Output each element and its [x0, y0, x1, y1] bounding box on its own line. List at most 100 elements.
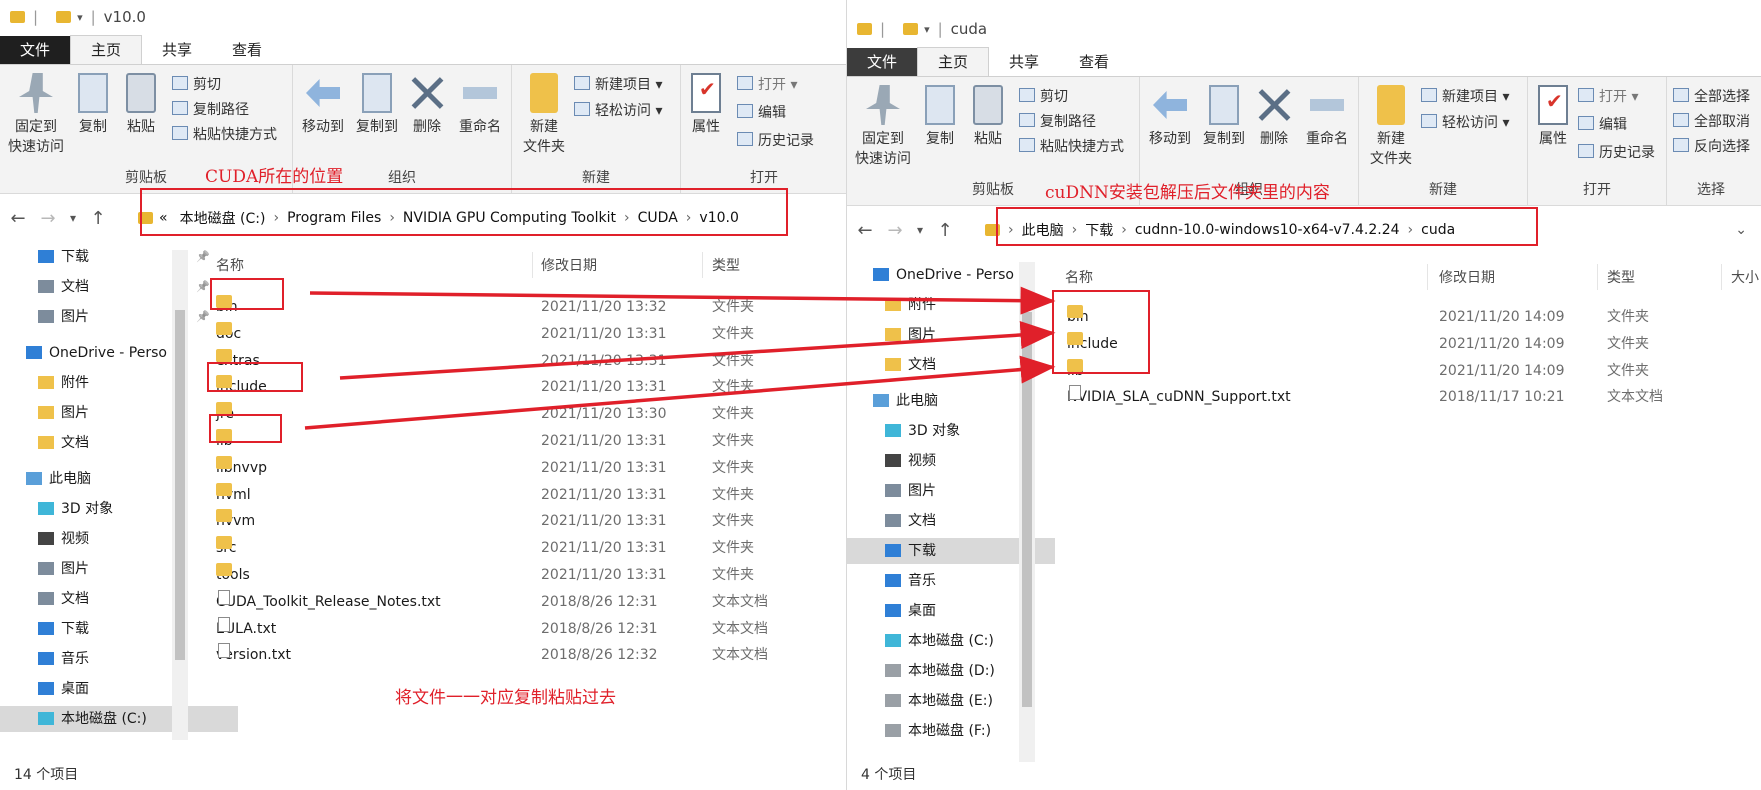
column-header-date[interactable]: 修改日期: [541, 252, 597, 280]
cuda-path-highlight: [140, 188, 788, 236]
open-button[interactable]: 打开 ▾: [737, 73, 797, 97]
download-icon: [38, 250, 54, 263]
paste-button[interactable]: 粘贴: [967, 85, 1009, 149]
tab-home[interactable]: 主页: [917, 47, 990, 76]
easy-access-button[interactable]: 轻松访问 ▾: [1421, 111, 1509, 135]
column-divider[interactable]: [1427, 264, 1428, 290]
properties-button[interactable]: 属性: [685, 73, 727, 137]
column-divider[interactable]: [702, 252, 703, 278]
file-row[interactable]: jre2021/11/20 13:30文件夹: [196, 402, 846, 426]
chevron-down-icon[interactable]: ▾: [924, 23, 930, 36]
scroll-thumb[interactable]: [175, 310, 185, 660]
forward-icon[interactable]: →: [36, 208, 60, 229]
rename-button[interactable]: 重命名: [453, 73, 507, 137]
paste-button[interactable]: 粘贴: [120, 73, 162, 137]
file-row[interactable]: lib2021/11/20 14:09文件夹: [1045, 358, 1761, 383]
file-row[interactable]: tools 2021/11/20 13:31 文件夹: [196, 563, 846, 587]
edit-button[interactable]: 编辑: [737, 101, 786, 125]
folder-icon[interactable]: [56, 11, 72, 23]
move-to-button[interactable]: 移动到: [297, 73, 349, 137]
column-header-type[interactable]: 类型: [1607, 264, 1635, 292]
tab-file[interactable]: 文件: [847, 48, 918, 76]
column-header-name[interactable]: 名称: [1065, 264, 1093, 292]
chevron-down-icon[interactable]: ⌄: [1735, 222, 1747, 238]
file-row[interactable]: nvml 2021/11/20 13:31 文件夹: [196, 482, 846, 507]
column-header-type[interactable]: 类型: [712, 252, 740, 280]
cut-button[interactable]: 剪切: [172, 73, 221, 97]
scroll-thumb[interactable]: [1022, 312, 1032, 707]
invert-selection-icon: [1673, 138, 1689, 152]
file-row[interactable]: NVIDIA_SLA_cuDNN_Support.txt 2018/11/17 1…: [1045, 385, 1761, 409]
tree-item[interactable]: OneDrive - Perso: [847, 262, 1043, 288]
select-none-button[interactable]: 全部取消: [1673, 110, 1750, 134]
recent-chevron-icon[interactable]: ▾: [913, 223, 927, 237]
column-header-size[interactable]: 大小: [1731, 264, 1759, 292]
tree-item[interactable]: 此电脑: [0, 466, 226, 492]
pin-button[interactable]: 固定到 快速访问: [4, 73, 68, 157]
back-icon[interactable]: ←: [853, 220, 877, 241]
up-icon[interactable]: ↑: [933, 220, 957, 241]
file-row[interactable]: CUDA_Toolkit_Release_Notes.txt 2018/8/26 …: [196, 589, 846, 614]
picture-icon: [885, 484, 901, 497]
tab-file[interactable]: 文件: [0, 36, 71, 64]
nav-scrollbar[interactable]: [1019, 262, 1035, 762]
new-folder-button[interactable]: 新建 文件夹: [518, 73, 570, 157]
file-row[interactable]: version.txt 2018/8/26 12:32 文本文档: [196, 643, 846, 667]
history-button[interactable]: 历史记录: [1578, 141, 1655, 165]
folder-icon[interactable]: [903, 23, 919, 35]
column-divider[interactable]: [1721, 264, 1722, 290]
file-row[interactable]: bin2021/11/20 14:09文件夹: [1045, 305, 1761, 329]
chevron-down-icon[interactable]: ▾: [77, 11, 83, 24]
properties-button[interactable]: 属性: [1532, 85, 1574, 149]
tab-share[interactable]: 共享: [989, 48, 1059, 76]
tab-home[interactable]: 主页: [70, 35, 143, 64]
new-item-button[interactable]: 新建项目 ▾: [574, 73, 662, 97]
file-row[interactable]: include 2021/11/20 14:09 文件夹: [1045, 331, 1761, 356]
new-folder-button[interactable]: 新建 文件夹: [1365, 85, 1417, 169]
history-button[interactable]: 历史记录: [737, 129, 814, 153]
column-header-name[interactable]: 名称: [216, 252, 244, 280]
tab-share[interactable]: 共享: [142, 36, 212, 64]
copy-to-button[interactable]: 复制到: [351, 73, 403, 137]
up-icon[interactable]: ↑: [86, 208, 110, 229]
tab-view[interactable]: 查看: [212, 36, 282, 64]
file-row[interactable]: EULA.txt 2018/8/26 12:31 文本文档: [196, 616, 846, 641]
easy-access-button[interactable]: 轻松访问 ▾: [574, 99, 662, 123]
copy-path-button[interactable]: 复制路径: [172, 98, 249, 122]
rename-button[interactable]: 重命名: [1300, 85, 1354, 149]
tree-item[interactable]: 此电脑: [847, 388, 1043, 414]
tab-view[interactable]: 查看: [1059, 48, 1129, 76]
file-row[interactable]: lib2021/11/20 13:31文件夹: [196, 429, 846, 453]
paste-shortcut-button[interactable]: 粘贴快捷方式: [172, 123, 277, 147]
file-date: 2021/11/20 13:31: [541, 325, 667, 342]
file-row[interactable]: bin2021/11/20 13:32文件夹: [196, 295, 846, 319]
invert-selection-button[interactable]: 反向选择: [1673, 135, 1750, 159]
move-to-button[interactable]: 移动到: [1144, 85, 1196, 149]
copy-button[interactable]: 复制: [919, 85, 961, 149]
copy-button[interactable]: 复制: [72, 73, 114, 137]
new-item-button[interactable]: 新建项目 ▾: [1421, 85, 1509, 109]
column-divider[interactable]: [532, 252, 533, 278]
delete-button[interactable]: 删除: [407, 73, 447, 137]
file-row[interactable]: libnvvp 2021/11/20 13:31 文件夹: [196, 455, 846, 480]
drive-icon: [885, 724, 901, 737]
file-row[interactable]: src 2021/11/20 13:31 文件夹: [196, 536, 846, 560]
open-button[interactable]: 打开 ▾: [1578, 85, 1638, 109]
file-row[interactable]: doc 2021/11/20 13:31 文件夹: [196, 321, 846, 346]
paste-shortcut-button[interactable]: 粘贴快捷方式: [1019, 135, 1124, 159]
select-all-button[interactable]: 全部选择: [1673, 85, 1750, 109]
back-icon[interactable]: ←: [6, 208, 30, 229]
file-row[interactable]: nvvm 2021/11/20 13:31 文件夹: [196, 509, 846, 533]
forward-icon[interactable]: →: [883, 220, 907, 241]
column-divider[interactable]: [1597, 264, 1598, 290]
cut-button[interactable]: 剪切: [1019, 85, 1068, 109]
copy-to-button[interactable]: 复制到: [1198, 85, 1250, 149]
edit-button[interactable]: 编辑: [1578, 113, 1627, 137]
pin-button[interactable]: 固定到 快速访问: [851, 85, 915, 169]
recent-chevron-icon[interactable]: ▾: [66, 211, 80, 225]
tree-item[interactable]: OneDrive - Perso: [0, 340, 226, 366]
nav-scrollbar[interactable]: [172, 250, 188, 740]
delete-button[interactable]: 删除: [1254, 85, 1294, 149]
copy-path-button[interactable]: 复制路径: [1019, 110, 1096, 134]
column-header-date[interactable]: 修改日期: [1439, 264, 1495, 292]
